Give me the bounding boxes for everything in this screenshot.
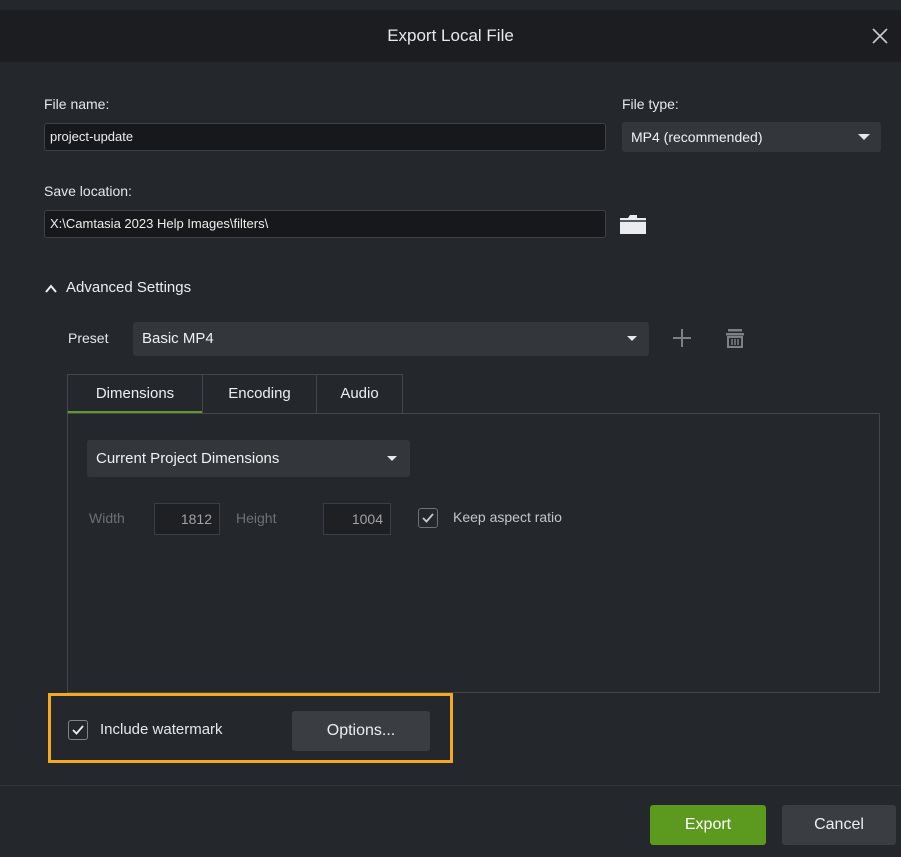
watermark-options-button[interactable]: Options... <box>292 711 430 751</box>
folder-icon[interactable] <box>617 210 649 238</box>
dialog-title: Export Local File <box>387 26 514 45</box>
file-type-value: MP4 (recommended) <box>631 129 763 145</box>
keep-aspect-label: Keep aspect ratio <box>453 509 562 525</box>
file-name-label: File name: <box>44 96 110 112</box>
preset-value: Basic MP4 <box>142 330 214 347</box>
cancel-button[interactable]: Cancel <box>782 805 896 845</box>
save-location-label: Save location: <box>44 183 132 199</box>
advanced-settings-toggle[interactable]: Advanced Settings <box>44 279 191 296</box>
plus-icon[interactable] <box>667 323 697 353</box>
keep-aspect-checkbox[interactable] <box>418 508 438 528</box>
checkmark-icon <box>72 725 84 735</box>
advanced-settings-label: Advanced Settings <box>66 279 192 296</box>
caret-down-icon <box>387 456 397 461</box>
checkmark-icon <box>422 513 434 523</box>
preset-label: Preset <box>68 330 109 346</box>
trash-icon[interactable] <box>720 323 750 353</box>
caret-down-icon <box>858 134 870 140</box>
width-label: Width <box>89 510 125 526</box>
height-label: Height <box>236 510 277 526</box>
include-watermark-checkbox[interactable] <box>68 720 88 740</box>
save-location-input[interactable]: X:\Camtasia 2023 Help Images\filters\ <box>44 210 606 238</box>
tab-encoding[interactable]: Encoding <box>202 374 317 414</box>
dimensions-mode-select[interactable]: Current Project Dimensions <box>87 440 410 477</box>
preset-select[interactable]: Basic MP4 <box>133 322 649 356</box>
file-type-label: File type: <box>622 96 679 112</box>
dimensions-mode-value: Current Project Dimensions <box>96 450 280 467</box>
close-icon[interactable] <box>867 23 893 49</box>
tab-dimensions[interactable]: Dimensions <box>67 374 203 414</box>
file-name-input[interactable]: project-update <box>44 123 606 151</box>
include-watermark-label: Include watermark <box>100 721 223 738</box>
footer-divider <box>0 785 901 786</box>
chevron-up-icon <box>44 282 58 294</box>
width-input[interactable]: 1812 <box>154 503 220 535</box>
height-input[interactable]: 1004 <box>323 503 391 535</box>
export-button[interactable]: Export <box>650 805 766 845</box>
tab-audio[interactable]: Audio <box>316 374 403 414</box>
file-type-select[interactable]: MP4 (recommended) <box>622 122 881 152</box>
export-dialog: Export Local File File name: project-upd… <box>0 0 901 857</box>
title-bar: Export Local File <box>0 10 901 62</box>
caret-down-icon <box>627 336 637 341</box>
